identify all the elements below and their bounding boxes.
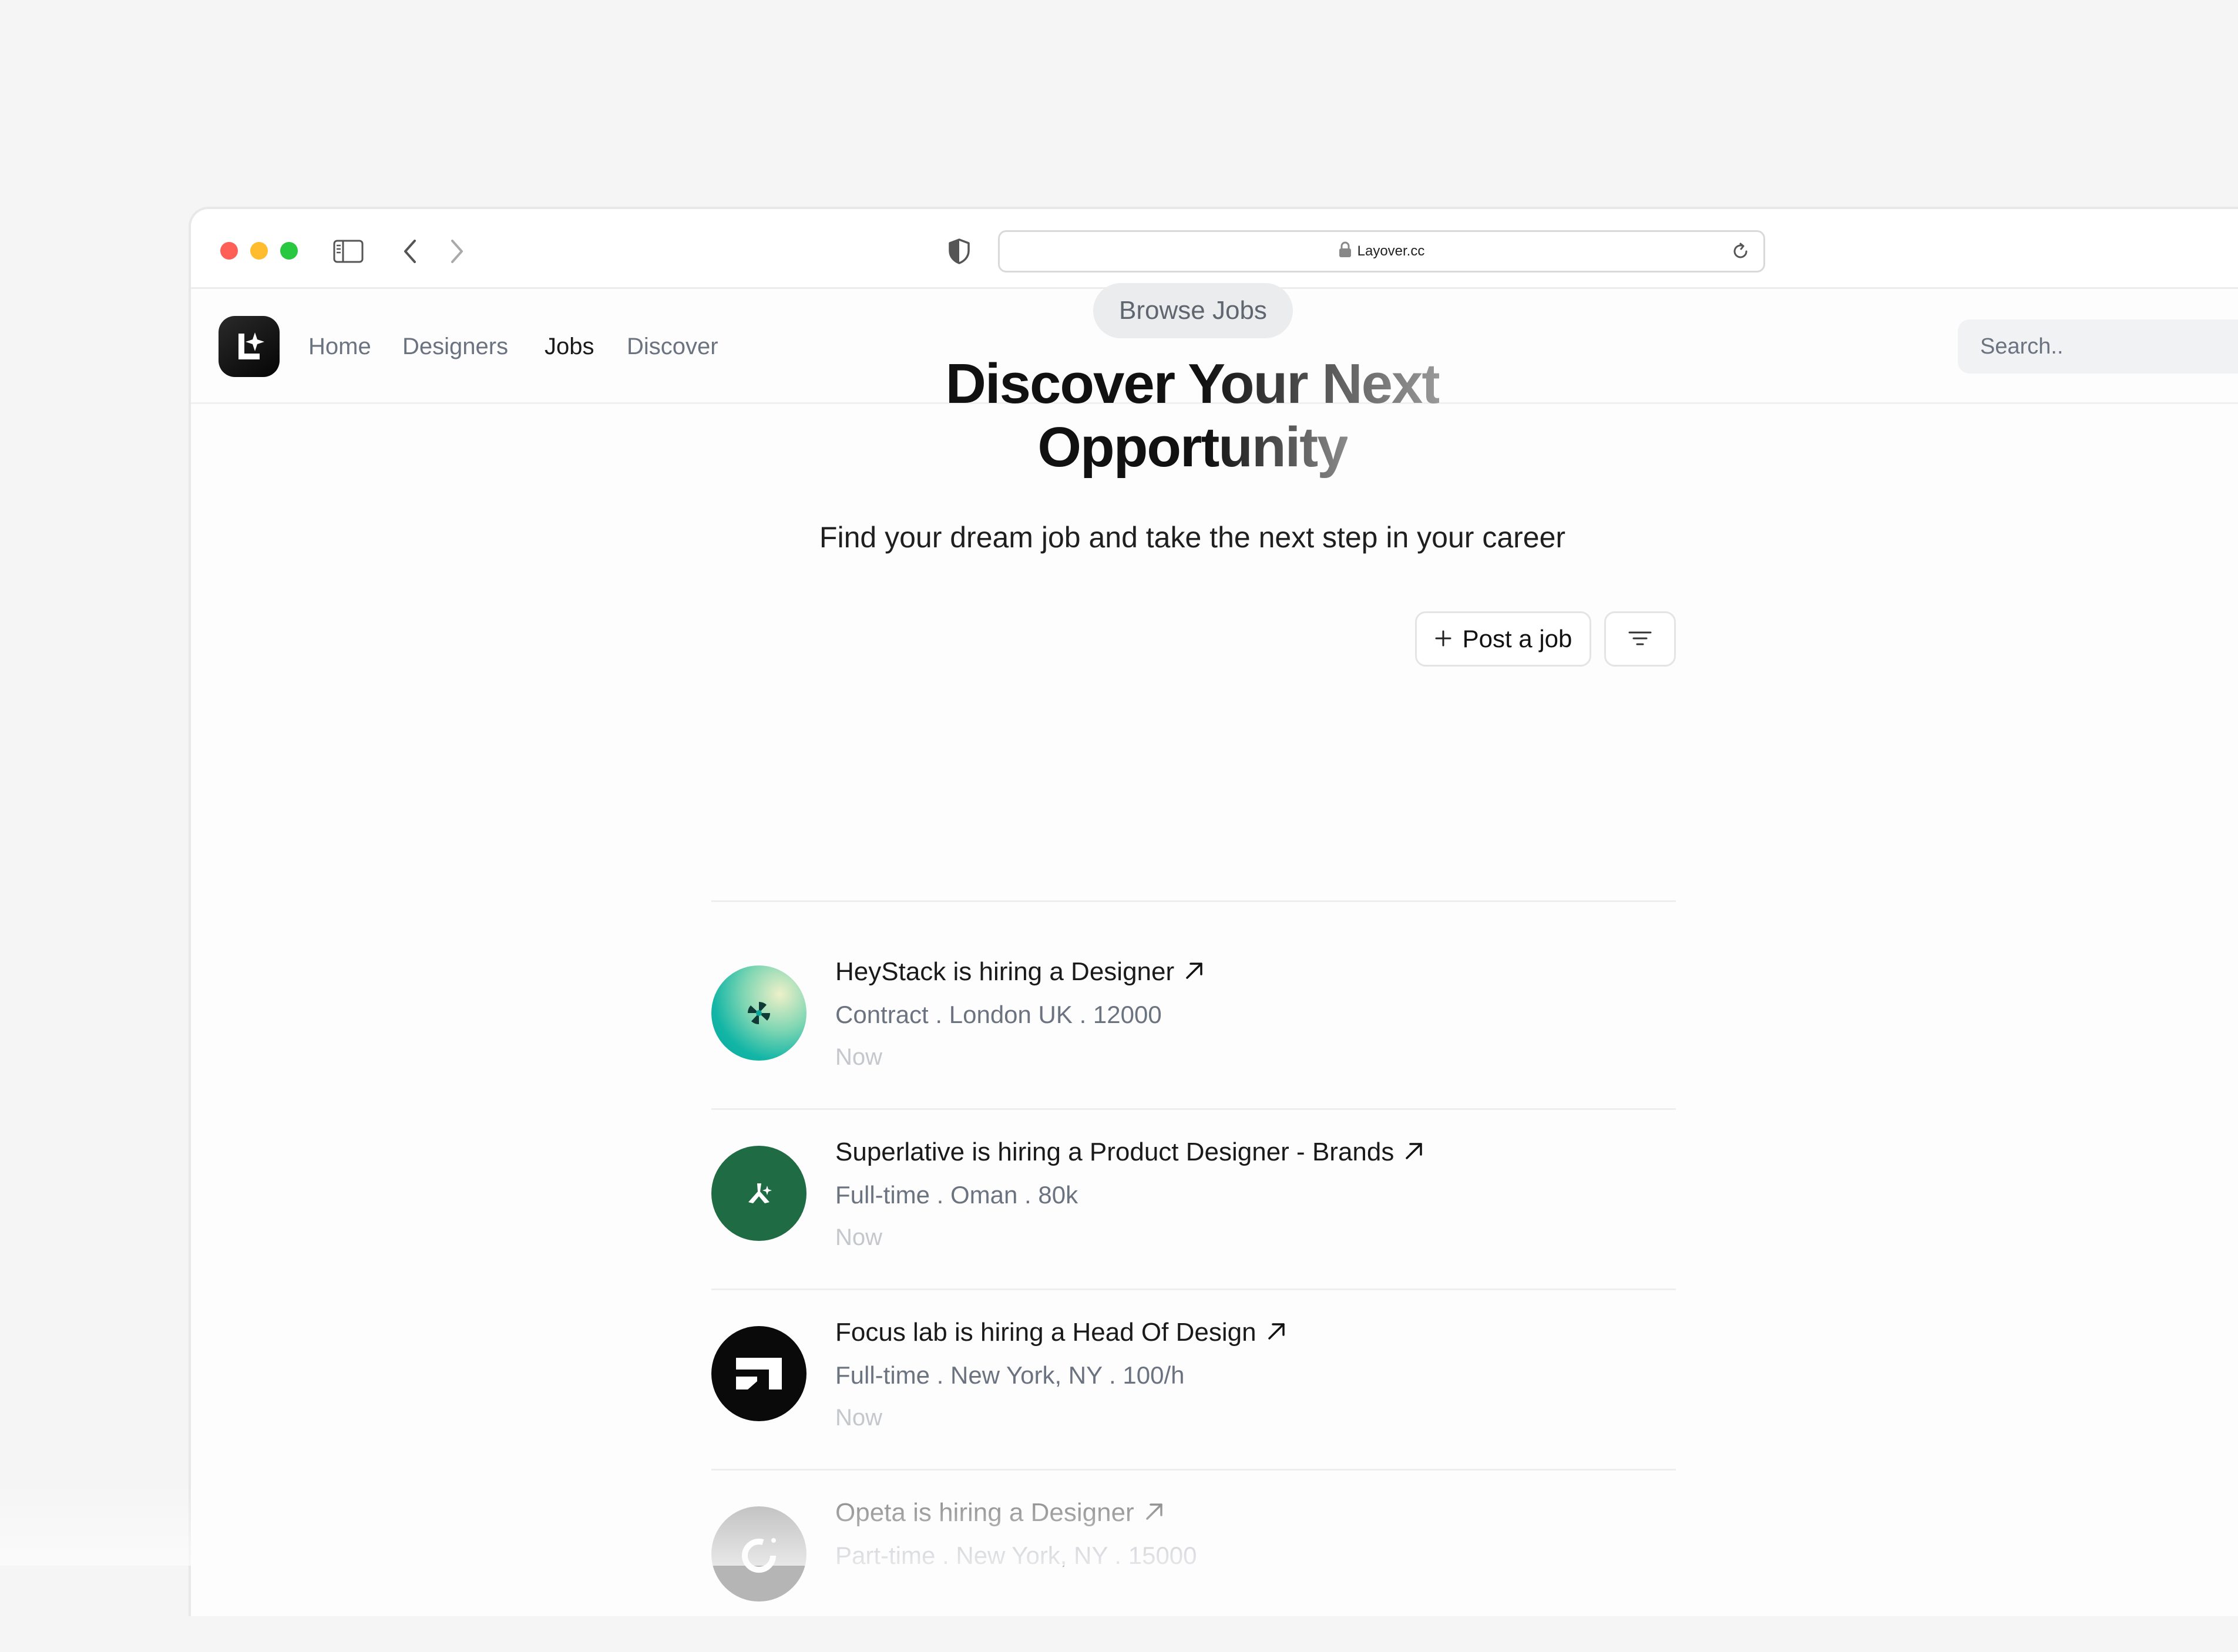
arrow-up-right-icon xyxy=(1403,1140,1424,1165)
job-item-superlative[interactable]: Superlative is hiring a Product Designer… xyxy=(711,1115,1676,1291)
nav-jobs[interactable]: Jobs xyxy=(545,331,594,362)
job-meta: Full-time . Oman . 80k xyxy=(835,1181,1078,1209)
job-meta: Contract . London UK . 12000 xyxy=(835,1001,1162,1029)
job-time: Now xyxy=(835,1044,882,1071)
divider xyxy=(711,900,1676,902)
job-item-focus-lab[interactable]: Focus lab is hiring a Head Of Design Ful… xyxy=(711,1296,1676,1472)
job-title[interactable]: Focus lab is hiring a Head Of Design xyxy=(835,1318,1256,1347)
arrow-up-right-icon xyxy=(1184,960,1205,984)
opeta-logo xyxy=(711,1506,807,1601)
job-title[interactable]: Opeta is hiring a Designer xyxy=(835,1498,1134,1527)
divider xyxy=(711,1288,1676,1290)
browser-toolbar: Layover.cc xyxy=(191,209,2238,289)
nav-designers[interactable]: Designers xyxy=(402,331,508,362)
search-input[interactable] xyxy=(1958,319,2238,374)
heystack-logo xyxy=(711,965,807,1061)
job-item-opeta[interactable]: Opeta is hiring a Designer Part-time . N… xyxy=(711,1476,1676,1652)
job-title[interactable]: Superlative is hiring a Product Designer… xyxy=(835,1138,1394,1167)
job-meta: Full-time . New York, NY . 100/h xyxy=(835,1361,1184,1389)
post-job-label: Post a job xyxy=(1463,625,1572,653)
page-subtitle: Find your dream job and take the next st… xyxy=(634,520,1750,554)
maximize-window-button[interactable] xyxy=(280,242,298,260)
job-item-heystack[interactable]: HeyStack is hiring a Designer Contract .… xyxy=(711,935,1676,1111)
superlative-logo xyxy=(711,1146,807,1241)
divider xyxy=(711,1108,1676,1110)
layover-logo[interactable] xyxy=(219,316,280,377)
plus-icon xyxy=(1434,625,1452,653)
job-title[interactable]: HeyStack is hiring a Designer xyxy=(835,957,1174,987)
post-job-button[interactable]: Post a job xyxy=(1415,611,1591,667)
shield-icon[interactable] xyxy=(943,235,976,268)
divider xyxy=(711,1469,1676,1471)
focus-lab-logo xyxy=(711,1326,807,1421)
url-text: Layover.cc xyxy=(1357,243,1425,260)
browse-jobs-badge: Browse Jobs xyxy=(1093,283,1293,338)
minimize-window-button[interactable] xyxy=(250,242,268,260)
page-title: Discover Your Next Opportunity xyxy=(634,352,1750,479)
job-time: Now xyxy=(835,1224,882,1251)
sidebar-icon[interactable] xyxy=(332,235,365,268)
job-time: Now xyxy=(835,1405,882,1431)
arrow-up-right-icon xyxy=(1144,1501,1165,1525)
filter-icon xyxy=(1628,630,1652,649)
nav-home[interactable]: Home xyxy=(308,331,371,362)
chevron-left-icon[interactable] xyxy=(394,235,427,268)
close-window-button[interactable] xyxy=(220,242,238,260)
title-line-2: Opportunity xyxy=(1037,416,1347,479)
reload-icon[interactable] xyxy=(1728,239,1753,264)
title-line-1: Discover Your Next xyxy=(946,352,1440,415)
address-bar[interactable]: Layover.cc xyxy=(998,230,1765,272)
filter-button[interactable] xyxy=(1604,611,1676,667)
chevron-right-icon[interactable] xyxy=(440,235,473,268)
arrow-up-right-icon xyxy=(1266,1321,1287,1345)
lock-icon xyxy=(1339,241,1352,262)
